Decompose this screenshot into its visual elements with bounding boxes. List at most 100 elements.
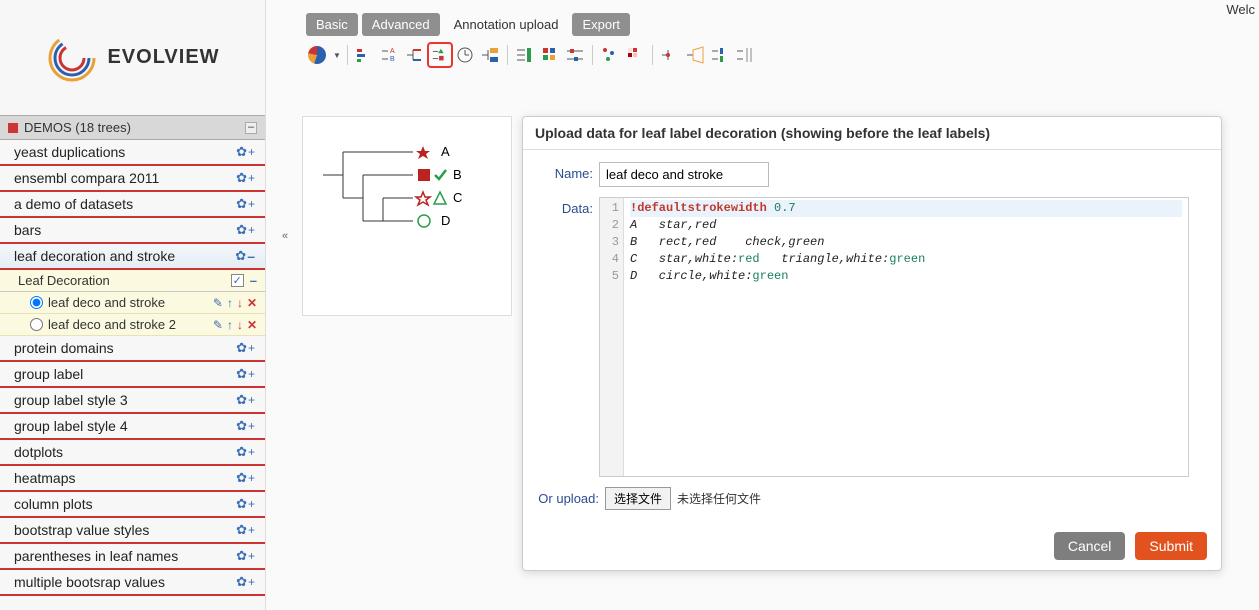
barchart-icon[interactable]: [354, 44, 376, 66]
collapse-icon[interactable]: –: [245, 122, 257, 134]
svg-text:B: B: [390, 56, 395, 63]
sidebar-item[interactable]: group label style 4 ✿+: [0, 414, 265, 440]
sidebar-item[interactable]: a demo of datasets ✿+: [0, 192, 265, 218]
move-up-icon[interactable]: ↑: [227, 318, 233, 332]
branch-color-icon[interactable]: [404, 44, 426, 66]
sidebar-item[interactable]: bars ✿+: [0, 218, 265, 244]
dataset-label: leaf deco and stroke: [48, 295, 165, 310]
dotplot-icon[interactable]: [599, 44, 621, 66]
upload-label: Or upload:: [537, 491, 605, 506]
sidebar-item[interactable]: heatmaps✿+: [0, 466, 265, 492]
logo-text: EVOLVIEW: [107, 46, 219, 69]
move-down-icon[interactable]: ↓: [237, 296, 243, 310]
sidebar-item[interactable]: column plots✿+: [0, 492, 265, 518]
data-editor[interactable]: 12345 !defaultstrokewidth 0.7A star,redB…: [599, 197, 1189, 477]
sidebar-item-label: leaf decoration and stroke: [14, 248, 175, 264]
sidebar-item[interactable]: bootstrap value styles ✿+: [0, 518, 265, 544]
sidebar-collapse-handle[interactable]: «: [282, 230, 288, 242]
dataset-row[interactable]: leaf deco and stroke 2 ✎ ↑ ↓ ✕: [0, 314, 265, 336]
bootstrap-icon[interactable]: [659, 44, 681, 66]
tab-export[interactable]: Export: [572, 13, 630, 36]
sidebar-item-label: a demo of datasets: [14, 196, 133, 212]
main: Basic Advanced Annotation upload Export …: [300, 10, 1259, 71]
protein-domain-icon[interactable]: [564, 44, 586, 66]
named-column-icon[interactable]: [734, 44, 756, 66]
choose-file-button[interactable]: 选择文件: [605, 487, 671, 510]
sidebar-header-label: DEMOS (18 trees): [24, 120, 131, 135]
submit-button[interactable]: Submit: [1135, 532, 1207, 560]
sidebar-item-label: bootstrap value styles: [14, 522, 149, 538]
sidebar-item[interactable]: multiple bootsrap values✿+: [0, 570, 265, 596]
dialog-title: Upload data for leaf label decoration (s…: [523, 117, 1221, 150]
gear-icon[interactable]: ✿+: [236, 366, 255, 382]
gear-icon[interactable]: ✿+: [236, 340, 255, 356]
move-up-icon[interactable]: ↑: [227, 296, 233, 310]
dataset-group-header[interactable]: Leaf Decoration✓–: [0, 270, 265, 292]
sidebar-item-label: dotplots: [14, 444, 63, 460]
dropdown-icon[interactable]: ▼: [333, 51, 341, 60]
logo-icon: [45, 31, 99, 85]
sidebar-item-label: group label style 4: [14, 418, 128, 434]
dataset-radio[interactable]: [30, 296, 43, 309]
sidebar-item[interactable]: protein domains✿+: [0, 336, 265, 362]
sidebar-item[interactable]: group label✿+: [0, 362, 265, 388]
sidebar-item-label: bars: [14, 222, 41, 238]
gear-icon[interactable]: ✿–: [235, 248, 255, 264]
column-plot-icon[interactable]: [709, 44, 731, 66]
line-gutter: 12345: [600, 198, 624, 476]
cancel-button[interactable]: Cancel: [1054, 532, 1126, 560]
collapse-icon[interactable]: –: [250, 273, 257, 288]
gear-icon[interactable]: ✿+: [236, 522, 255, 538]
edit-icon[interactable]: ✎: [213, 296, 223, 310]
tab-advanced[interactable]: Advanced: [362, 13, 440, 36]
sidebar-item[interactable]: dotplots ✿+: [0, 440, 265, 466]
delete-icon[interactable]: ✕: [247, 318, 257, 332]
heatmap-icon[interactable]: [624, 44, 646, 66]
gear-icon[interactable]: ✿+: [236, 170, 255, 186]
sidebar-item[interactable]: parentheses in leaf names ✿+: [0, 544, 265, 570]
gear-icon[interactable]: ✿+: [236, 144, 255, 160]
gear-icon[interactable]: ✿+: [236, 418, 255, 434]
name-label: Name:: [537, 162, 599, 181]
gear-icon[interactable]: ✿+: [236, 222, 255, 238]
internal-collapse-icon[interactable]: [684, 44, 706, 66]
label-color-icon[interactable]: AB: [379, 44, 401, 66]
dataset-label: leaf deco and stroke 2: [48, 317, 176, 332]
svg-text:A: A: [390, 48, 395, 55]
group-label-icon[interactable]: [514, 44, 536, 66]
time-scale-icon[interactable]: [454, 44, 476, 66]
move-down-icon[interactable]: ↓: [237, 318, 243, 332]
piechart-icon[interactable]: [306, 44, 328, 66]
sidebar-item[interactable]: yeast duplications✿+: [0, 140, 265, 166]
sidebar-header[interactable]: DEMOS (18 trees) –: [0, 115, 265, 140]
tab-basic[interactable]: Basic: [306, 13, 358, 36]
edit-icon[interactable]: ✎: [213, 318, 223, 332]
gear-icon[interactable]: ✿+: [236, 470, 255, 486]
gear-icon[interactable]: ✿+: [236, 496, 255, 512]
leaf-decoration-icon[interactable]: [429, 44, 451, 66]
sidebar-item[interactable]: group label style 3✿+: [0, 388, 265, 414]
gear-icon[interactable]: ✿+: [236, 444, 255, 460]
sidebar-item-label: parentheses in leaf names: [14, 548, 178, 564]
file-status-text: 未选择任何文件: [677, 490, 761, 507]
tree-canvas: A B C D: [302, 116, 512, 316]
logo: EVOLVIEW: [0, 0, 265, 115]
gear-icon[interactable]: ✿+: [236, 548, 255, 564]
dataset-row[interactable]: leaf deco and stroke ✎ ↑ ↓ ✕: [0, 292, 265, 314]
checkbox-icon[interactable]: ✓: [231, 274, 244, 287]
name-input[interactable]: [599, 162, 769, 187]
gear-icon[interactable]: ✿+: [236, 196, 255, 212]
sidebar-item[interactable]: leaf decoration and stroke ✿–: [0, 244, 265, 270]
gear-icon[interactable]: ✿+: [236, 392, 255, 408]
svg-text:D: D: [441, 213, 450, 228]
gear-icon[interactable]: ✿+: [236, 574, 255, 590]
project-color-icon: [8, 123, 18, 133]
code-content[interactable]: !defaultstrokewidth 0.7A star,redB rect,…: [624, 198, 1188, 476]
dataset-radio[interactable]: [30, 318, 43, 331]
tab-annotation[interactable]: Annotation upload: [444, 13, 569, 36]
leaf-background-icon[interactable]: [479, 44, 501, 66]
delete-icon[interactable]: ✕: [247, 296, 257, 310]
sidebar-item[interactable]: ensembl compara 2011✿+: [0, 166, 265, 192]
color-strips-icon[interactable]: [539, 44, 561, 66]
svg-text:C: C: [453, 190, 462, 205]
